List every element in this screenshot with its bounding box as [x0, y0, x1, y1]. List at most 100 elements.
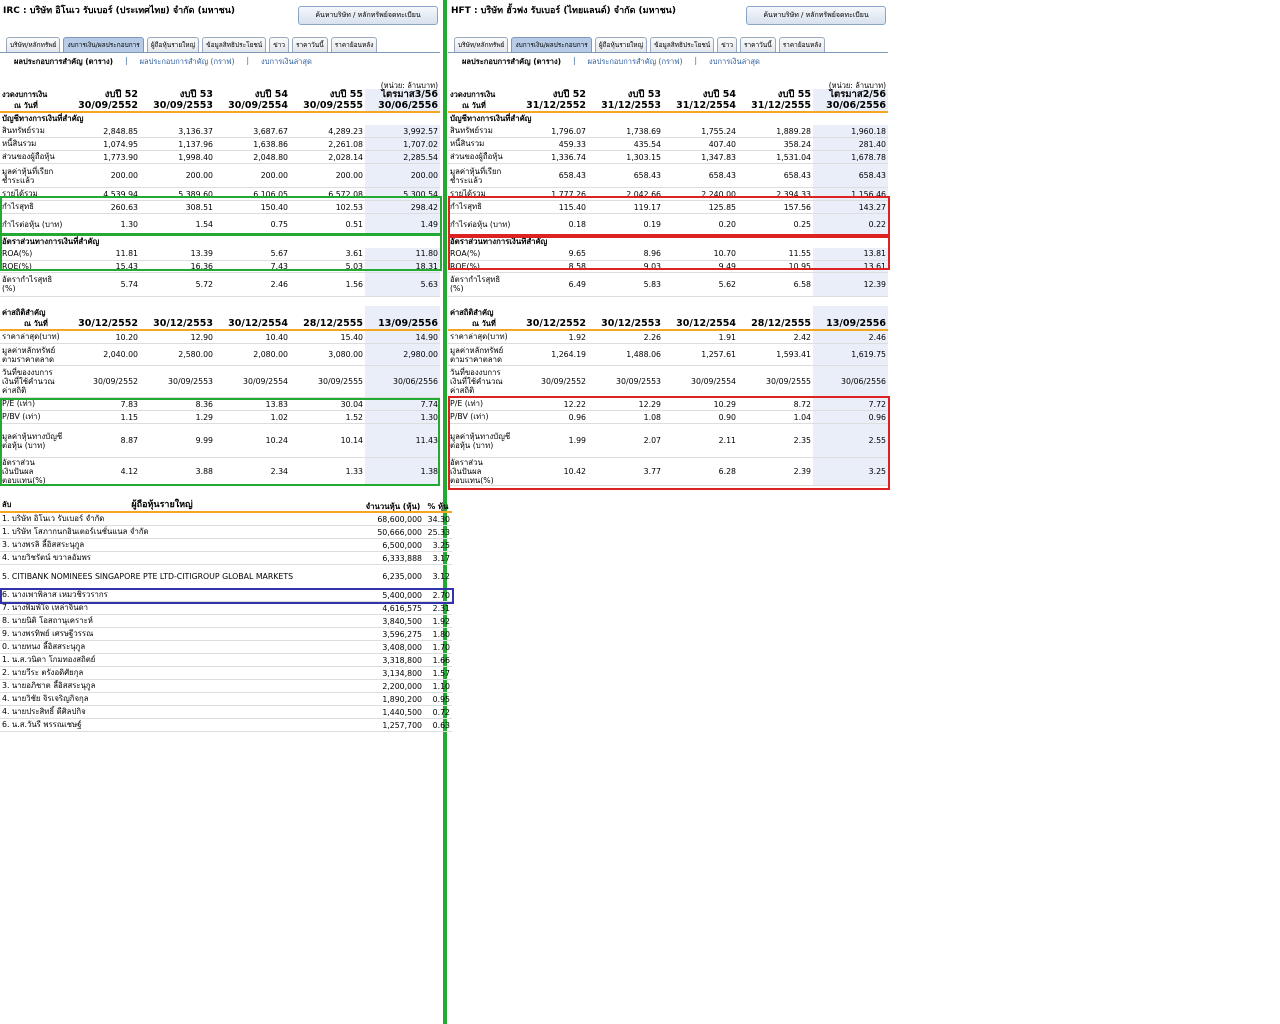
- header-label: งวดงบการเงินณ วันที่: [448, 89, 513, 113]
- table-row: อัตราส่วนเงินปันผลตอบแทน(%) 4.12 3.88 2.…: [0, 457, 440, 486]
- holder-shares: 1,257,700: [362, 718, 424, 732]
- stats-col-date: 30/12/2553: [588, 306, 663, 331]
- main-tabs: บริษัท/หลักทรัพย์ งบการเงิน/ผลประกอบการ …: [454, 37, 826, 53]
- main-tabs: บริษัท/หลักทรัพย์ งบการเงิน/ผลประกอบการ …: [6, 37, 378, 53]
- col-date: 31/12/2552: [526, 100, 586, 111]
- cell-value: 11.81: [65, 248, 140, 261]
- cell-value: 2,394.33: [738, 187, 813, 201]
- table-row: มูลค่าหุ้นทางบัญชีต่อหุ้น (บาท) 8.87 9.9…: [0, 423, 440, 458]
- subtab-graph[interactable]: ผลประกอบการสำคัญ (กราฟ): [588, 56, 683, 68]
- tab-benefits[interactable]: ข้อมูลสิทธิประโยชน์: [650, 37, 715, 53]
- subtab-separator: |: [573, 56, 576, 65]
- cell-value: 1,773.90: [65, 150, 140, 164]
- cell-value: 10.70: [663, 248, 738, 261]
- stats-header-row: ค่าสถิติสำคัญณ วันที่ 30/12/2552 30/12/2…: [448, 306, 888, 331]
- cell-value: 2,261.08: [290, 137, 365, 151]
- table-row: อัตราส่วนเงินปันผลตอบแทน(%) 10.42 3.77 6…: [448, 457, 888, 486]
- holder-shares: 3,408,000: [362, 640, 424, 654]
- cell-value: 2.55: [813, 423, 888, 458]
- cell-value: 10.40: [215, 330, 290, 344]
- table-row: 4. นายวิชรัตน์ ขวาลอัมพร 6,333,888 3.17: [0, 551, 452, 565]
- stats-col-date: 30/12/2553: [140, 306, 215, 331]
- holder-name: 1. น.ส.วนิดา โกมทองสถิตย์: [0, 653, 362, 667]
- cell-value: 16.36: [140, 260, 215, 273]
- cell-value: 9.49: [663, 260, 738, 273]
- shareholders-header-row: ลับ ผู้ถือหุ้นรายใหญ่ จำนวนหุ้น (หุ้น) % …: [0, 488, 452, 513]
- table-row: 5. CITIBANK NOMINEES SINGAPORE PTE LTD-C…: [0, 564, 452, 589]
- table-row: อัตรากำไรสุทธิ (%) 5.74 5.72 2.46 1.56 5…: [0, 272, 440, 297]
- financial-header-row: งวดงบการเงินณ วันที่ งบปี 52 30/09/2552 ง…: [0, 89, 440, 113]
- cell-value: 119.17: [588, 200, 663, 214]
- subtab-graph[interactable]: ผลประกอบการสำคัญ (กราฟ): [140, 56, 235, 68]
- cell-value: 2,980.00: [365, 343, 440, 366]
- tab-company[interactable]: บริษัท/หลักทรัพย์: [6, 37, 61, 53]
- holder-name: 4. นายวิชรัตน์ ขวาลอัมพร: [0, 551, 362, 565]
- cell-value: 1.15: [65, 410, 140, 424]
- col-period: งบปี 53: [179, 89, 213, 100]
- tab-company[interactable]: บริษัท/หลักทรัพย์: [454, 37, 509, 53]
- subtab-latest-statements[interactable]: งบการเงินล่าสุด: [709, 56, 760, 68]
- cell-value: 14.90: [365, 330, 440, 344]
- cell-value: 30/09/2555: [738, 365, 813, 398]
- holder-name: 7. นางพิมพ์ใจ เหล่าจินดา: [0, 601, 362, 615]
- tab-major-shareholders[interactable]: ผู้ถือหุ้นรายใหญ่: [594, 37, 648, 53]
- cell-value: 9.03: [588, 260, 663, 273]
- cell-value: 308.51: [140, 200, 215, 214]
- cell-value: 0.96: [513, 410, 588, 424]
- row-label: P/E (เท่า): [448, 397, 513, 411]
- tab-benefits[interactable]: ข้อมูลสิทธิประโยชน์: [202, 37, 267, 53]
- search-company-button[interactable]: ค้นหาบริษัท / หลักทรัพย์จดทะเบียน: [298, 6, 438, 25]
- left-company-panel: IRC : บริษัท อิโนเว รับเบอร์ (ประเทศไทย)…: [0, 0, 454, 1024]
- row-label: กำไรสุทธิ: [448, 200, 513, 214]
- cell-value: 3,992.57: [365, 125, 440, 138]
- tab-news[interactable]: ข่าว: [269, 37, 289, 53]
- cell-value: 1,257.61: [663, 343, 738, 366]
- tab-financials[interactable]: งบการเงิน/ผลประกอบการ: [63, 37, 144, 53]
- cell-value: 1.29: [140, 410, 215, 424]
- subtabs: ผลประกอบการสำคัญ (ตาราง) | ผลประกอบการสำ…: [462, 56, 760, 68]
- search-company-button[interactable]: ค้นหาบริษัท / หลักทรัพย์จดทะเบียน: [746, 6, 886, 25]
- cell-value: 1.38: [365, 457, 440, 486]
- cell-value: 1,755.24: [663, 125, 738, 138]
- tab-today-price[interactable]: ราคาวันนี้: [740, 37, 776, 53]
- stats-col-date: 13/09/2556: [813, 306, 888, 331]
- cell-value: 281.40: [813, 137, 888, 151]
- cell-value: 2,285.54: [365, 150, 440, 164]
- tab-news[interactable]: ข่าว: [717, 37, 737, 53]
- table-row: มูลค่าหุ้นที่เรียกชำระแล้ว 658.43 658.43…: [448, 163, 888, 188]
- stats-label-date: ณ วันที่: [472, 319, 496, 328]
- subtab-latest-statements[interactable]: งบการเงินล่าสุด: [261, 56, 312, 68]
- cell-value: 2.46: [215, 272, 290, 297]
- cell-value: 12.90: [140, 330, 215, 344]
- tab-today-price[interactable]: ราคาวันนี้: [292, 37, 328, 53]
- tab-financials[interactable]: งบการเงิน/ผลประกอบการ: [511, 37, 592, 53]
- holder-name: 5. CITIBANK NOMINEES SINGAPORE PTE LTD-C…: [0, 564, 362, 589]
- holder-shares: 3,840,500: [362, 614, 424, 628]
- cell-value: 7.74: [365, 397, 440, 411]
- cell-value: 2.35: [738, 423, 813, 458]
- tab-historical-price[interactable]: ราคาย้อนหลัง: [778, 37, 826, 53]
- cell-value: 2,042.66: [588, 187, 663, 201]
- cell-value: 6.49: [513, 272, 588, 297]
- table-row: สินทรัพย์รวม 2,848.85 3,136.37 3,687.67 …: [0, 125, 440, 138]
- cell-value: 1,796.07: [513, 125, 588, 138]
- subtab-table[interactable]: ผลประกอบการสำคัญ (ตาราง): [462, 56, 561, 68]
- row-label: ROA(%): [448, 248, 513, 261]
- subtab-table[interactable]: ผลประกอบการสำคัญ (ตาราง): [14, 56, 113, 68]
- section-row: บัญชีทางการเงินที่สำคัญ: [448, 112, 888, 125]
- holder-name: 6. น.ส.วันรี พรรณเชษฐ์: [0, 718, 362, 732]
- holder-shares: 6,500,000: [362, 538, 424, 552]
- cell-value: 407.40: [663, 137, 738, 151]
- row-label: มูลค่าหลักทรัพย์ตามราคาตลาด: [448, 343, 513, 366]
- cell-value: 13.61: [813, 260, 888, 273]
- tab-major-shareholders[interactable]: ผู้ถือหุ้นรายใหญ่: [146, 37, 200, 53]
- cell-value: 5.67: [215, 248, 290, 261]
- holder-shares: 2,200,000: [362, 679, 424, 693]
- cell-value: 8.72: [738, 397, 813, 411]
- cell-value: 30/06/2556: [365, 365, 440, 398]
- cell-value: 1.92: [513, 330, 588, 344]
- holder-name: 4. นายประสิทธิ์ ดีศิลปกิจ: [0, 705, 362, 719]
- table-row: ราคาล่าสุด(บาท) 1.92 2.26 1.91 2.42 2.46: [448, 330, 888, 344]
- tab-historical-price[interactable]: ราคาย้อนหลัง: [330, 37, 378, 53]
- header-holder-name: ผู้ถือหุ้นรายใหญ่: [131, 500, 193, 510]
